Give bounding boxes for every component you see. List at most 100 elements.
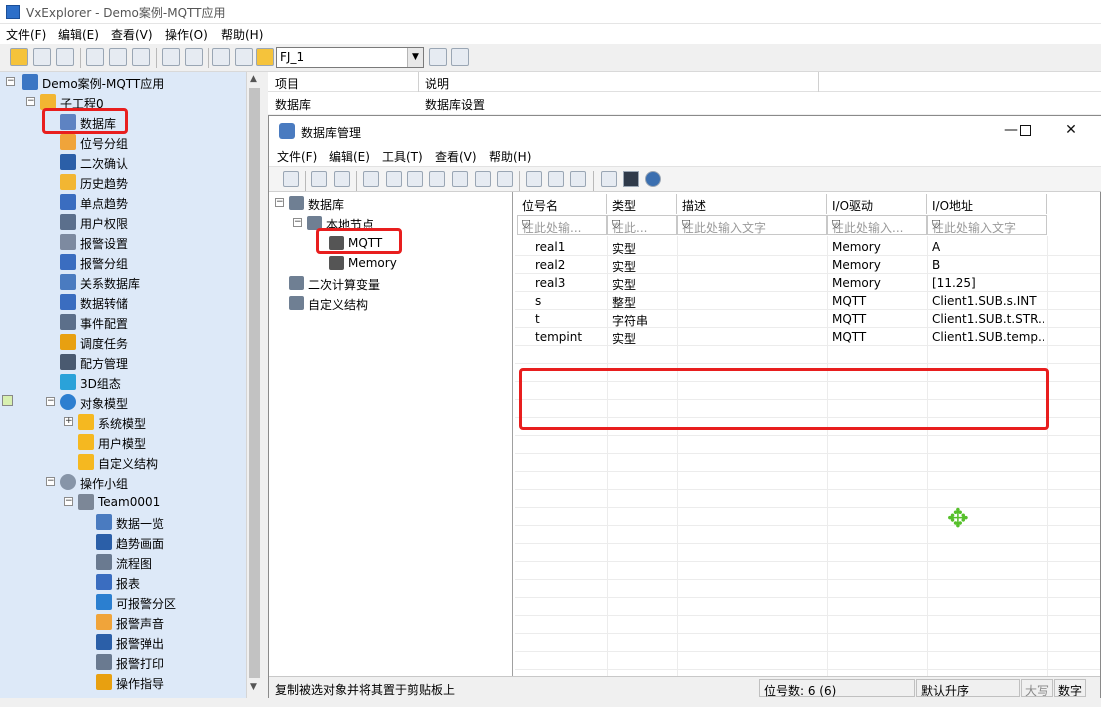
empty-row [515, 436, 1100, 454]
col-desc[interactable]: 描述 [677, 194, 827, 214]
table-cell: MQTT [832, 312, 867, 326]
table-row[interactable]: real1 实型 Memory A [515, 238, 1100, 256]
col-iodriver[interactable]: I/O驱动 [827, 194, 927, 214]
event-config-icon [60, 314, 76, 330]
paste-icon[interactable] [334, 171, 350, 187]
dlg-menu-help[interactable]: 帮助(H) [489, 148, 531, 165]
dlg-menu-file[interactable]: 文件(F) [277, 148, 317, 165]
table-cell: t [535, 312, 540, 326]
add-tag-icon[interactable] [363, 171, 379, 187]
export-icon[interactable] [386, 171, 402, 187]
chevron-down-icon[interactable]: ▼ [407, 48, 423, 67]
duplicate-icon[interactable] [452, 171, 468, 187]
help-icon[interactable] [645, 171, 661, 187]
folder-icon[interactable] [256, 48, 274, 66]
recipe-icon [60, 354, 76, 370]
tree-icon[interactable] [212, 48, 230, 66]
tree-scrollbar[interactable]: ▲ ▼ [246, 72, 262, 698]
property-list-row[interactable]: 数据库 数据库设置 [268, 92, 1101, 114]
row-desc: 数据库设置 [425, 98, 486, 112]
menu-edit[interactable]: 编辑(E) [58, 26, 99, 43]
paste-icon[interactable] [132, 48, 150, 66]
delete-icon[interactable] [407, 171, 423, 187]
alarm-print-icon [96, 654, 112, 670]
col-item[interactable]: 项目 [275, 75, 299, 92]
collapse-icon[interactable]: − [46, 397, 55, 406]
table-row[interactable]: tempint 实型 MQTT Client1.SUB.temp... [515, 328, 1100, 346]
col-tagname[interactable]: 位号名 [517, 194, 607, 214]
filter-type[interactable]: 在此... ⛉ [607, 215, 677, 235]
split-icon[interactable] [497, 171, 513, 187]
table-row[interactable]: real2 实型 Memory B [515, 256, 1100, 274]
binoculars-icon[interactable] [601, 171, 617, 187]
table-row[interactable]: t 字符串 MQTT Client1.SUB.t.STR... [515, 310, 1100, 328]
expand-icon[interactable]: + [64, 417, 73, 426]
filter-ioaddr[interactable]: 在此处输入文字 ⛉ [927, 215, 1047, 235]
user-rights-icon [60, 214, 76, 230]
menu-bar: 文件(F) 编辑(E) 查看(V) 操作(O) 帮助(H) [0, 24, 1101, 44]
refresh-icon[interactable] [548, 171, 564, 187]
dialog-title-bar: 数据库管理 — ✕ [269, 116, 1101, 146]
scrollbar-thumb[interactable] [249, 88, 260, 678]
status-message: 复制被选对象并将其置于剪贴板上 [275, 683, 456, 697]
delete-icon[interactable] [185, 48, 203, 66]
dlg-menu-view[interactable]: 查看(V) [435, 148, 477, 165]
scroll-down-icon[interactable]: ▼ [250, 682, 257, 692]
table-cell: 实型 [612, 242, 637, 256]
copy-tag-icon[interactable] [429, 171, 445, 187]
menu-help[interactable]: 帮助(H) [221, 26, 263, 43]
monitor-icon[interactable] [235, 48, 253, 66]
table-cell: Client1.SUB.t.STR... [932, 312, 1044, 326]
open-icon[interactable] [33, 48, 51, 66]
copy-icon[interactable] [109, 48, 127, 66]
table-cell: 字符串 [612, 314, 649, 328]
menu-file[interactable]: 文件(F) [6, 26, 46, 43]
table-row[interactable]: real3 实型 Memory [11.25] [515, 274, 1100, 292]
settings-icon[interactable] [451, 48, 469, 66]
cut-icon[interactable] [86, 48, 104, 66]
folder-icon [78, 434, 94, 450]
copy-icon[interactable] [311, 171, 327, 187]
clock-icon[interactable] [570, 171, 586, 187]
empty-row [515, 472, 1100, 490]
save-icon[interactable] [283, 171, 299, 187]
sort-box: 默认升序 [916, 679, 1020, 698]
dlg-menu-edit[interactable]: 编辑(E) [329, 148, 370, 165]
empty-row [515, 580, 1100, 598]
users-icon [60, 474, 76, 490]
close-icon[interactable]: ✕ [1057, 122, 1085, 140]
collapse-icon[interactable]: − [26, 97, 35, 106]
collapse-icon[interactable]: − [275, 198, 284, 207]
collapse-icon[interactable]: − [293, 218, 302, 227]
col-type[interactable]: 类型 [607, 194, 677, 214]
collapse-icon[interactable]: − [6, 77, 15, 86]
table-cell: A [932, 240, 941, 254]
add-icon[interactable] [162, 48, 180, 66]
merge-icon[interactable] [475, 171, 491, 187]
filter-icon[interactable] [623, 171, 639, 187]
dialog-status-bar: 复制被选对象并将其置于剪贴板上 位号数: 6 (6) 默认升序 大写 数字 [269, 676, 1100, 698]
menu-view[interactable]: 查看(V) [111, 26, 153, 43]
3d-config-icon [60, 374, 76, 390]
table-row[interactable]: s 整型 MQTT Client1.SUB.s.INT [515, 292, 1100, 310]
filter-desc[interactable]: 在此处输入文字 ⛉ [677, 215, 827, 235]
menu-operation[interactable]: 操作(O) [165, 26, 208, 43]
report-icon [96, 574, 112, 590]
col-desc[interactable]: 说明 [425, 75, 449, 92]
dlg-menu-tools[interactable]: 工具(T) [382, 148, 423, 165]
alarm-settings-icon [60, 234, 76, 250]
monitor-icon[interactable] [526, 171, 542, 187]
filter-iodriver[interactable]: 在此处输入... ⛉ [827, 215, 927, 235]
collapse-icon[interactable]: − [46, 477, 55, 486]
database-icon [279, 123, 295, 139]
binoculars-icon[interactable] [429, 48, 447, 66]
filter-tagname[interactable]: 在此处输... ⛉ [517, 215, 607, 235]
save-icon[interactable] [56, 48, 74, 66]
scroll-up-icon[interactable]: ▲ [250, 74, 257, 84]
project-combo[interactable]: FJ_1 ▼ [276, 47, 424, 68]
new-icon[interactable] [10, 48, 28, 66]
col-ioaddr[interactable]: I/O地址 [927, 194, 1047, 214]
empty-row [515, 652, 1100, 670]
operation-guide-icon [96, 674, 112, 690]
collapse-icon[interactable]: − [64, 497, 73, 506]
